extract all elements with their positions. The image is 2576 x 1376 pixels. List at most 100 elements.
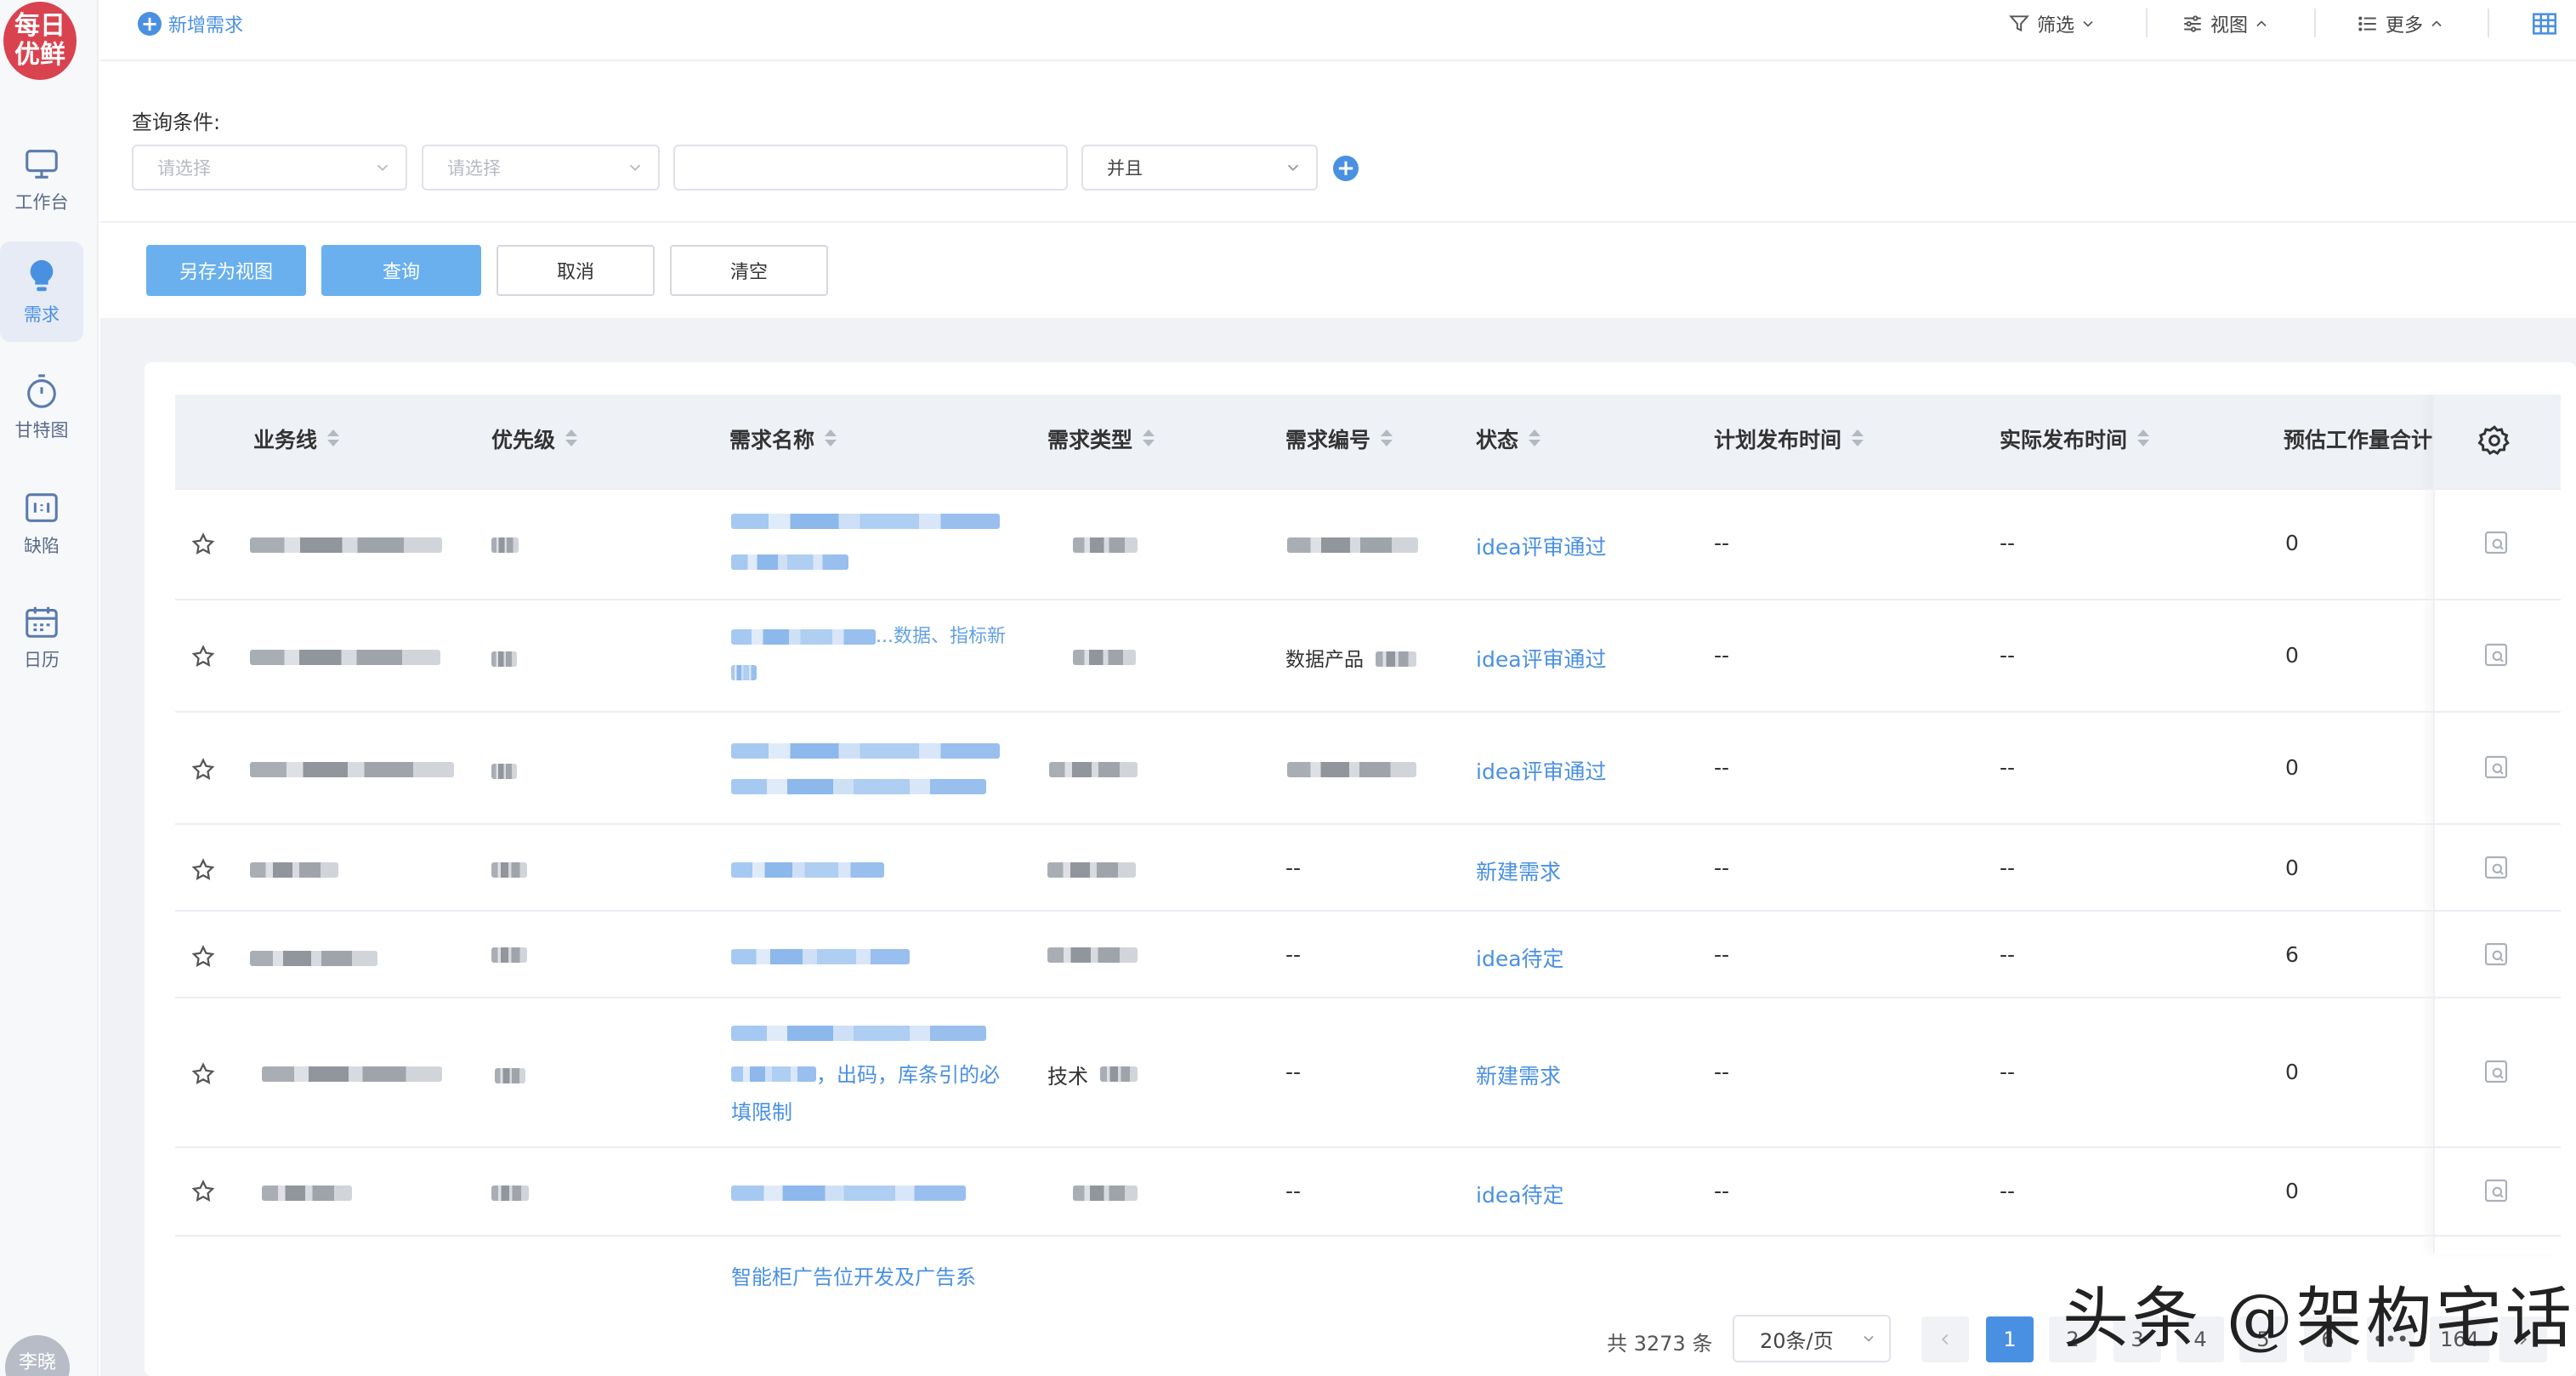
star-outline-icon[interactable] bbox=[190, 532, 216, 557]
new-request-label: 新增需求 bbox=[168, 15, 244, 37]
column-label: 需求编号 bbox=[1285, 428, 1371, 452]
column-header-estimated-effort[interactable]: 预估工作量合计 bbox=[2284, 424, 2433, 454]
redacted-request-code bbox=[1287, 537, 1418, 553]
redacted-request-type bbox=[1047, 862, 1136, 878]
detail-view-icon[interactable] bbox=[2482, 753, 2510, 781]
sort-icon[interactable] bbox=[2137, 429, 2150, 448]
sort-icon[interactable] bbox=[1381, 429, 1393, 448]
app-logo[interactable]: 每日 优鲜 bbox=[3, 2, 77, 80]
column-header-request-name[interactable]: 需求名称 bbox=[729, 424, 837, 454]
status-link[interactable]: idea评审通过 bbox=[1476, 755, 1607, 786]
row-divider bbox=[175, 1235, 2561, 1237]
column-header-planned-release[interactable]: 计划发布时间 bbox=[1714, 424, 1864, 454]
star-outline-icon[interactable] bbox=[190, 757, 216, 782]
request-name-partial[interactable]: 智能柜广告位开发及广告系 bbox=[731, 1260, 976, 1290]
status-link[interactable]: idea评审通过 bbox=[1476, 643, 1607, 674]
redacted-request-name[interactable] bbox=[731, 1186, 966, 1201]
sort-icon[interactable] bbox=[565, 429, 578, 448]
star-outline-icon[interactable] bbox=[190, 857, 216, 883]
star-outline-icon[interactable] bbox=[190, 644, 216, 669]
nav-item-requirements[interactable]: 需求 bbox=[0, 242, 83, 342]
chevron-down-icon bbox=[1864, 1335, 1874, 1342]
column-label: 需求名称 bbox=[729, 428, 815, 452]
page-size-select[interactable]: 20条/页 bbox=[1733, 1315, 1891, 1362]
planned-release-value: -- bbox=[1714, 1179, 1730, 1203]
redacted-priority bbox=[491, 651, 517, 667]
detail-view-icon[interactable] bbox=[2482, 941, 2510, 968]
clear-button[interactable]: 清空 bbox=[670, 245, 828, 296]
query-value-input[interactable] bbox=[673, 145, 1068, 190]
redacted-request-name[interactable] bbox=[731, 949, 910, 964]
toolbar-divider bbox=[2314, 9, 2316, 37]
toolbar-divider bbox=[2488, 9, 2489, 37]
request-name-fragment[interactable]: ，出码，库条引的必 bbox=[816, 1058, 1000, 1088]
column-header-business-line[interactable]: 业务线 bbox=[253, 424, 340, 454]
lightbulb-icon bbox=[30, 259, 54, 292]
request-name-fragment[interactable]: ...数据、指标新 bbox=[876, 621, 1006, 648]
status-link[interactable]: 新建需求 bbox=[1476, 856, 1561, 886]
query-logic-select[interactable]: 并且 bbox=[1081, 145, 1318, 190]
detail-view-icon[interactable] bbox=[2482, 1058, 2510, 1085]
nav-item-workbench[interactable]: 工作台 bbox=[0, 129, 83, 230]
page-size-value: 20条/页 bbox=[1760, 1328, 1834, 1353]
detail-view-icon[interactable] bbox=[2482, 641, 2510, 668]
chevron-down-icon bbox=[629, 164, 641, 172]
save-as-view-button[interactable]: 另存为视图 bbox=[146, 245, 306, 296]
redacted-request-name[interactable] bbox=[731, 862, 884, 878]
column-header-request-code[interactable]: 需求编号 bbox=[1285, 424, 1393, 454]
detail-view-icon[interactable] bbox=[2482, 529, 2510, 556]
sort-icon[interactable] bbox=[1529, 429, 1541, 448]
column-label: 实际发布时间 bbox=[2000, 428, 2128, 452]
more-button[interactable]: 更多 bbox=[2357, 7, 2445, 41]
star-outline-icon[interactable] bbox=[190, 944, 216, 969]
redacted-priority bbox=[495, 1068, 525, 1083]
nav-label-requirements: 需求 bbox=[24, 304, 60, 325]
column-header-actual-release[interactable]: 实际发布时间 bbox=[2000, 424, 2150, 454]
column-header-status[interactable]: 状态 bbox=[1476, 424, 1541, 454]
sort-icon[interactable] bbox=[825, 429, 837, 448]
redacted-request-name[interactable] bbox=[731, 1066, 816, 1082]
sort-icon[interactable] bbox=[327, 429, 340, 448]
add-condition-button[interactable]: + bbox=[1333, 156, 1359, 181]
new-request-button[interactable]: + 新增需求 bbox=[138, 10, 243, 37]
nav-item-gantt[interactable]: 甘特图 bbox=[0, 357, 83, 458]
filter-button[interactable]: 筛选 bbox=[2008, 7, 2097, 41]
sort-icon[interactable] bbox=[1143, 429, 1155, 448]
cancel-button[interactable]: 取消 bbox=[496, 245, 655, 296]
nav-item-defects[interactable]: 缺陷 bbox=[0, 473, 83, 573]
sort-icon[interactable] bbox=[1852, 429, 1864, 448]
query-operator-select[interactable]: 请选择 bbox=[422, 145, 660, 190]
column-header-priority[interactable]: 优先级 bbox=[491, 424, 578, 454]
column-header-request-type[interactable]: 需求类型 bbox=[1047, 424, 1155, 454]
request-type-fragment: 技术 bbox=[1047, 1065, 1088, 1089]
redacted-request-name[interactable] bbox=[731, 665, 757, 680]
request-code-value: -- bbox=[1285, 942, 1302, 967]
view-button[interactable]: 视图 bbox=[2182, 7, 2270, 41]
prev-page-button[interactable] bbox=[1921, 1316, 1969, 1362]
detail-view-icon[interactable] bbox=[2482, 854, 2510, 881]
redacted-request-name[interactable] bbox=[731, 779, 986, 794]
status-link[interactable]: idea待定 bbox=[1476, 1179, 1564, 1209]
user-avatar[interactable]: 李晓 bbox=[5, 1335, 70, 1376]
page-button-1[interactable]: 1 bbox=[1986, 1316, 2034, 1362]
table-view-toggle[interactable] bbox=[2530, 7, 2566, 41]
star-outline-icon[interactable] bbox=[190, 1061, 216, 1087]
gear-icon[interactable] bbox=[2477, 424, 2511, 458]
status-link[interactable]: 新建需求 bbox=[1476, 1060, 1561, 1090]
status-link[interactable]: idea待定 bbox=[1476, 942, 1564, 973]
detail-view-icon[interactable] bbox=[2482, 1177, 2510, 1204]
status-link[interactable]: idea评审通过 bbox=[1476, 531, 1607, 561]
redacted-request-type bbox=[1073, 650, 1136, 665]
star-outline-icon[interactable] bbox=[190, 1179, 216, 1204]
query-logic-value: 并且 bbox=[1107, 158, 1143, 179]
redacted-request-name[interactable] bbox=[731, 1026, 986, 1041]
redacted-request-name[interactable] bbox=[731, 514, 1000, 529]
redacted-request-name[interactable] bbox=[731, 629, 876, 645]
request-name-line2[interactable]: 填限制 bbox=[731, 1095, 792, 1125]
search-button[interactable]: 查询 bbox=[321, 245, 481, 296]
chevron-up-icon bbox=[2256, 20, 2267, 27]
redacted-request-name[interactable] bbox=[731, 554, 848, 570]
redacted-request-name[interactable] bbox=[731, 743, 1000, 759]
query-field-select[interactable]: 请选择 bbox=[132, 145, 407, 190]
nav-item-calendar[interactable]: 日历 bbox=[0, 587, 83, 687]
